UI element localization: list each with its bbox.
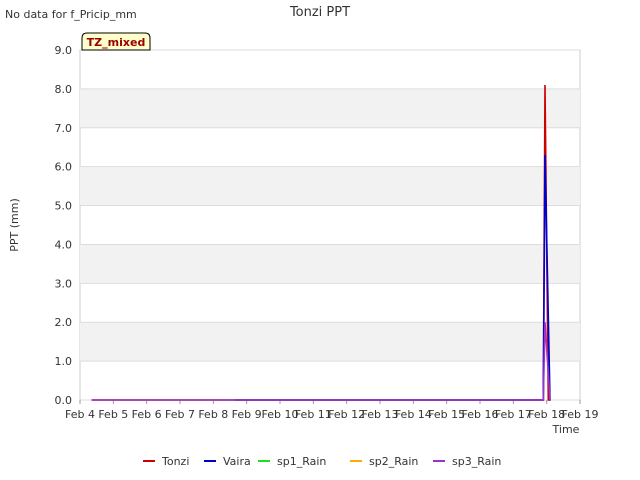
legend-label: sp2_Rain <box>369 455 418 468</box>
grid-band <box>80 88 580 128</box>
x-tick-label: Feb 13 <box>362 408 399 421</box>
x-tick-label: Feb 18 <box>528 408 565 421</box>
y-tick-label: 0.0 <box>55 394 73 407</box>
legend-item-sp2-rain: sp2_Rain <box>350 455 418 468</box>
legend: Tonzi Vaira sp1_Rain sp2_Rain sp3_Rain <box>143 455 501 468</box>
legend-item-vaira: Vaira <box>204 455 251 468</box>
x-tick-label: Feb 15 <box>428 408 465 421</box>
x-tick-label: Feb 11 <box>295 408 332 421</box>
legend-item-sp3-rain: sp3_Rain <box>433 455 501 468</box>
x-tick-label: Feb 8 <box>198 408 228 421</box>
x-tick-label: Feb 7 <box>165 408 195 421</box>
x-tick-label: Feb 14 <box>395 408 432 421</box>
x-tick-label: Feb 17 <box>495 408 532 421</box>
legend-item-sp1-rain: sp1_Rain <box>258 455 326 468</box>
y-tick-label: 2.0 <box>55 316 73 329</box>
y-axis-label: PPT (mm) <box>8 198 21 252</box>
legend-item-tonzi: Tonzi <box>143 455 189 468</box>
y-tick-label: 7.0 <box>55 122 73 135</box>
x-tick-label: Feb 12 <box>328 408 365 421</box>
x-tick-label: Feb 16 <box>462 408 499 421</box>
x-tick-label: Feb 9 <box>232 408 262 421</box>
grid-band <box>80 166 580 206</box>
legend-label: sp1_Rain <box>277 455 326 468</box>
badge: TZ_mixed <box>81 32 151 51</box>
badge-label: TZ_mixed <box>87 36 146 49</box>
y-tick-label: 5.0 <box>55 200 73 213</box>
x-tick-label: Feb 5 <box>98 408 128 421</box>
x-tick-label: Feb 6 <box>132 408 162 421</box>
chart: No data for f_Pricip_mm Tonzi PPT 0.0 1.0… <box>5 5 599 468</box>
nodata-note: No data for f_Pricip_mm <box>5 8 137 21</box>
grid-band <box>80 322 580 362</box>
grid-band <box>80 244 580 284</box>
y-tick-label: 8.0 <box>55 83 73 96</box>
y-tick-label: 3.0 <box>55 277 73 290</box>
x-tick-label: Feb 19 <box>562 408 599 421</box>
x-tick-label: Feb 10 <box>262 408 299 421</box>
y-tick-label: 9.0 <box>55 44 73 57</box>
chart-title: Tonzi PPT <box>289 5 350 20</box>
legend-label: Vaira <box>223 455 251 468</box>
x-tick-label: Feb 4 <box>65 408 95 421</box>
x-axis-label: Time <box>552 423 580 436</box>
y-tick-label: 6.0 <box>55 161 73 174</box>
plot-area: 0.0 1.0 2.0 3.0 4.0 5.0 6.0 7.0 8.0 9.0 Feb 4 Feb 5… <box>55 32 599 421</box>
legend-label: sp3_Rain <box>452 455 501 468</box>
legend-label: Tonzi <box>161 455 189 468</box>
y-tick-label: 4.0 <box>55 238 73 251</box>
y-tick-label: 1.0 <box>55 355 73 368</box>
